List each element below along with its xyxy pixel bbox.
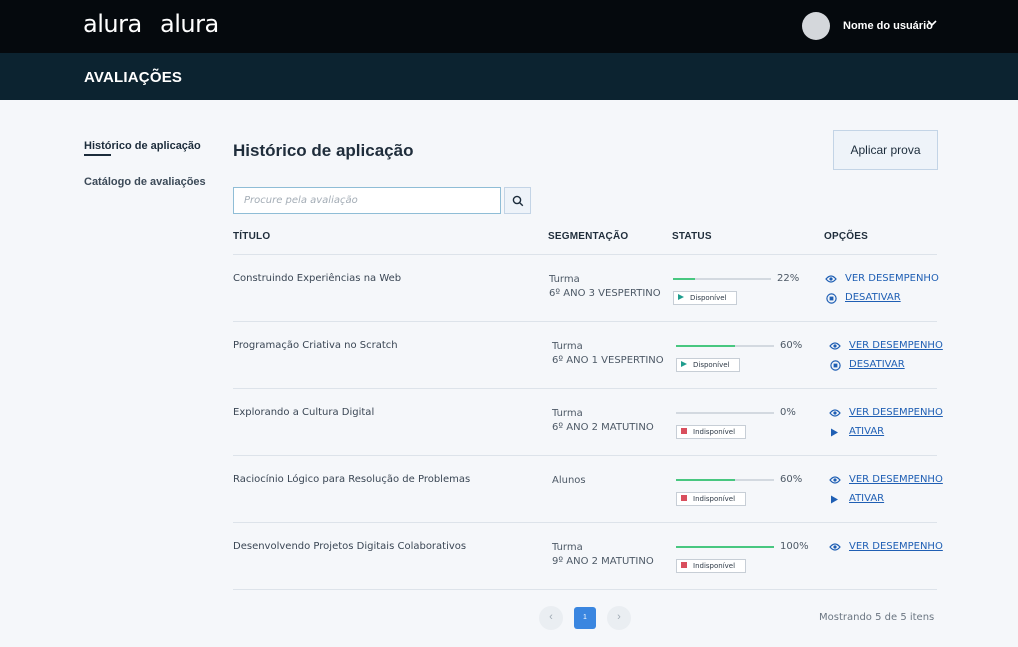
activate-link[interactable]: ATIVAR <box>849 426 884 437</box>
deactivate-link[interactable]: DESATIVAR <box>849 359 905 370</box>
eye-icon[interactable] <box>829 475 841 485</box>
segment-type: Alunos <box>552 475 586 486</box>
progress-bar <box>673 278 771 280</box>
progress-bar <box>676 546 774 548</box>
progress-percent: 22% <box>777 273 800 284</box>
column-header-segmentacao: SEGMENTAÇÃO <box>548 231 629 242</box>
activate-link[interactable]: ATIVAR <box>849 493 884 504</box>
progress-bar <box>676 479 774 481</box>
status-badge: Disponível <box>676 358 740 372</box>
top-navbar: alura alura Nome do usuário <box>0 0 1018 53</box>
segment-detail: 9º ANO 2 MATUTINO <box>552 556 654 567</box>
view-performance-link[interactable]: VER DESEMPENHO <box>849 407 943 418</box>
row-title: Programação Criativa no Scratch <box>233 340 398 351</box>
row-divider <box>233 589 937 590</box>
sidebar-item-catalogo[interactable]: Catálogo de avaliações <box>84 176 206 188</box>
play-icon <box>681 361 687 367</box>
page-number-button[interactable]: 1 <box>574 607 596 629</box>
column-header-status: STATUS <box>672 231 712 242</box>
status-label: Disponível <box>690 294 727 302</box>
play-icon <box>678 294 684 300</box>
table-row: Desenvolvendo Projetos Digitais Colabora… <box>0 523 1018 590</box>
progress-percent: 60% <box>780 474 803 485</box>
progress-percent: 100% <box>780 541 809 552</box>
column-header-titulo: TÍTULO <box>233 231 271 242</box>
user-name[interactable]: Nome do usuário <box>843 20 933 32</box>
column-header-opcoes: OPÇÕES <box>824 231 868 242</box>
row-title: Desenvolvendo Projetos Digitais Colabora… <box>233 541 467 552</box>
progress-percent: 60% <box>780 340 803 351</box>
search-icon <box>512 195 524 207</box>
status-label: Disponível <box>693 361 730 369</box>
segment-detail: 6º ANO 1 VESPERTINO <box>552 355 664 366</box>
alura-logo[interactable]: alura <box>83 10 142 38</box>
deactivate-link[interactable]: DESATIVAR <box>845 292 901 303</box>
eye-icon[interactable] <box>829 542 841 552</box>
progress-fill <box>673 278 695 280</box>
pagination-summary: Mostrando 5 de 5 itens <box>819 612 935 623</box>
segment-type: Turma <box>552 341 583 352</box>
status-label: Indisponível <box>693 495 736 503</box>
stop-circle-icon[interactable] <box>826 293 837 304</box>
section-header: AVALIAÇÕES <box>0 53 1018 100</box>
eye-icon[interactable] <box>829 341 841 351</box>
status-label: Indisponível <box>693 428 736 436</box>
section-title: AVALIAÇÕES <box>84 69 183 86</box>
status-badge: Disponível <box>673 291 737 305</box>
square-icon <box>681 495 687 501</box>
view-performance-link[interactable]: VER DESEMPENHO <box>849 541 943 552</box>
progress-bar <box>676 412 774 414</box>
play-icon[interactable] <box>830 428 839 437</box>
previous-page-button[interactable]: ‹ <box>539 606 563 630</box>
row-segmentation: Alunos <box>552 474 586 488</box>
status-badge: Indisponível <box>676 425 746 439</box>
user-avatar[interactable] <box>802 12 830 40</box>
row-title: Construindo Experiências na Web <box>233 273 402 284</box>
segment-type: Turma <box>549 274 580 285</box>
progress-fill <box>676 345 735 347</box>
view-performance-link[interactable]: VER DESEMPENHO <box>845 273 939 284</box>
square-icon <box>681 428 687 434</box>
progress-fill <box>676 546 774 548</box>
row-segmentation: Turma 6º ANO 1 VESPERTINO <box>552 340 664 368</box>
table-row: Construindo Experiências na Web Turma 6º… <box>0 255 1018 322</box>
view-performance-link[interactable]: VER DESEMPENHO <box>849 474 943 485</box>
table-row: Raciocínio Lógico para Resolução de Prob… <box>0 456 1018 523</box>
row-title: Explorando a Cultura Digital <box>233 407 375 418</box>
eye-icon[interactable] <box>825 274 837 284</box>
alura-logo-secondary[interactable]: alura <box>160 10 219 38</box>
status-label: Indisponível <box>693 562 736 570</box>
apply-exam-button[interactable]: Aplicar prova <box>833 130 938 170</box>
progress-fill <box>676 479 735 481</box>
status-badge: Indisponível <box>676 492 746 506</box>
chevron-down-icon[interactable] <box>926 17 938 29</box>
square-icon <box>681 562 687 568</box>
page-title: Histórico de aplicação <box>233 141 414 160</box>
view-performance-link[interactable]: VER DESEMPENHO <box>849 340 943 351</box>
status-badge: Indisponível <box>676 559 746 573</box>
stop-circle-icon[interactable] <box>830 360 841 371</box>
segment-detail: 6º ANO 2 MATUTINO <box>552 422 654 433</box>
sidebar-active-indicator <box>84 154 111 156</box>
row-segmentation: Turma 6º ANO 3 VESPERTINO <box>549 273 661 301</box>
next-page-button[interactable]: › <box>607 606 631 630</box>
table-row: Programação Criativa no Scratch Turma 6º… <box>0 322 1018 389</box>
search-button[interactable] <box>504 187 531 214</box>
segment-detail: 6º ANO 3 VESPERTINO <box>549 288 661 299</box>
segment-type: Turma <box>552 542 583 553</box>
row-segmentation: Turma 9º ANO 2 MATUTINO <box>552 541 654 569</box>
progress-bar <box>676 345 774 347</box>
sidebar-item-historico[interactable]: Histórico de aplicação <box>84 140 201 152</box>
eye-icon[interactable] <box>829 408 841 418</box>
row-segmentation: Turma 6º ANO 2 MATUTINO <box>552 407 654 435</box>
search-input[interactable] <box>233 187 501 214</box>
segment-type: Turma <box>552 408 583 419</box>
table-row: Explorando a Cultura Digital Turma 6º AN… <box>0 389 1018 456</box>
progress-percent: 0% <box>780 407 796 418</box>
play-icon[interactable] <box>830 495 839 504</box>
row-title: Raciocínio Lógico para Resolução de Prob… <box>233 474 471 485</box>
